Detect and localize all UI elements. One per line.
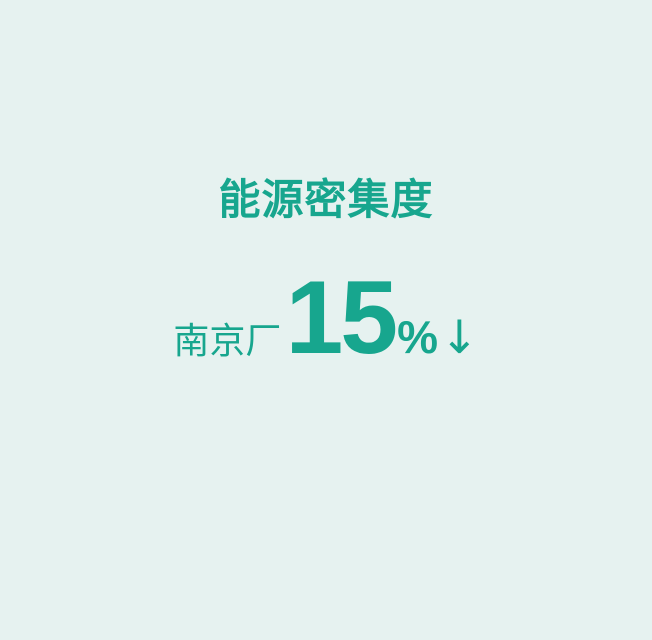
- percent-unit: %: [397, 311, 439, 363]
- stat-card: 能源密集度 南京厂 15 % ↓: [0, 0, 652, 640]
- card-title: 能源密集度: [218, 175, 434, 224]
- stat-row: 南京厂 15 % ↓: [0, 266, 652, 376]
- plant-label: 南京厂: [173, 321, 282, 362]
- down-arrow-icon: ↓: [440, 310, 479, 364]
- stat-value: 15: [285, 260, 398, 376]
